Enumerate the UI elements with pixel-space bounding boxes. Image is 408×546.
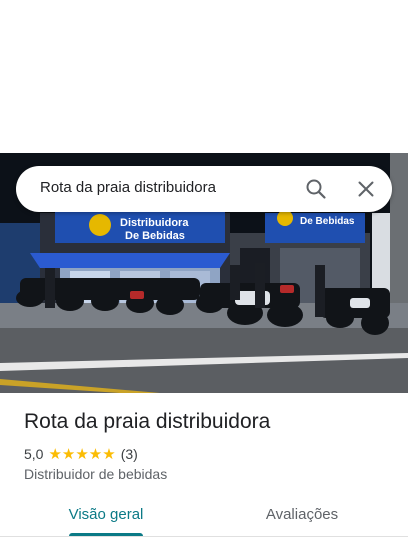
place-category[interactable]: Distribuidor de bebidas — [24, 466, 167, 482]
map-blank-area — [0, 0, 408, 153]
rating-stars: ★★★★★ — [48, 446, 116, 463]
sign-text-line1: Distribuidora — [120, 217, 189, 229]
tab-reviews-label: Avaliações — [265, 506, 339, 523]
sign-right-text: De Bebidas — [300, 216, 355, 227]
rating-value: 5,0 — [24, 446, 44, 462]
search-icon[interactable] — [304, 177, 328, 201]
place-title: Rota da praia distribuidora — [24, 410, 271, 433]
rating-row[interactable]: 5,0 ★★★★★ (3) — [24, 444, 138, 464]
search-input[interactable]: Rota da praia distribuidora — [40, 179, 216, 196]
search-bar[interactable]: Rota da praia distribuidora — [16, 166, 392, 212]
close-icon[interactable] — [354, 177, 378, 201]
tabs-divider — [0, 536, 408, 537]
sign-text-line2: De Bebidas — [125, 230, 185, 242]
tab-reviews[interactable]: Avaliações — [254, 498, 350, 538]
tab-overview[interactable]: Visão geral — [58, 498, 154, 538]
tab-overview-label: Visão geral — [68, 506, 144, 523]
review-count[interactable]: (3) — [121, 446, 138, 462]
